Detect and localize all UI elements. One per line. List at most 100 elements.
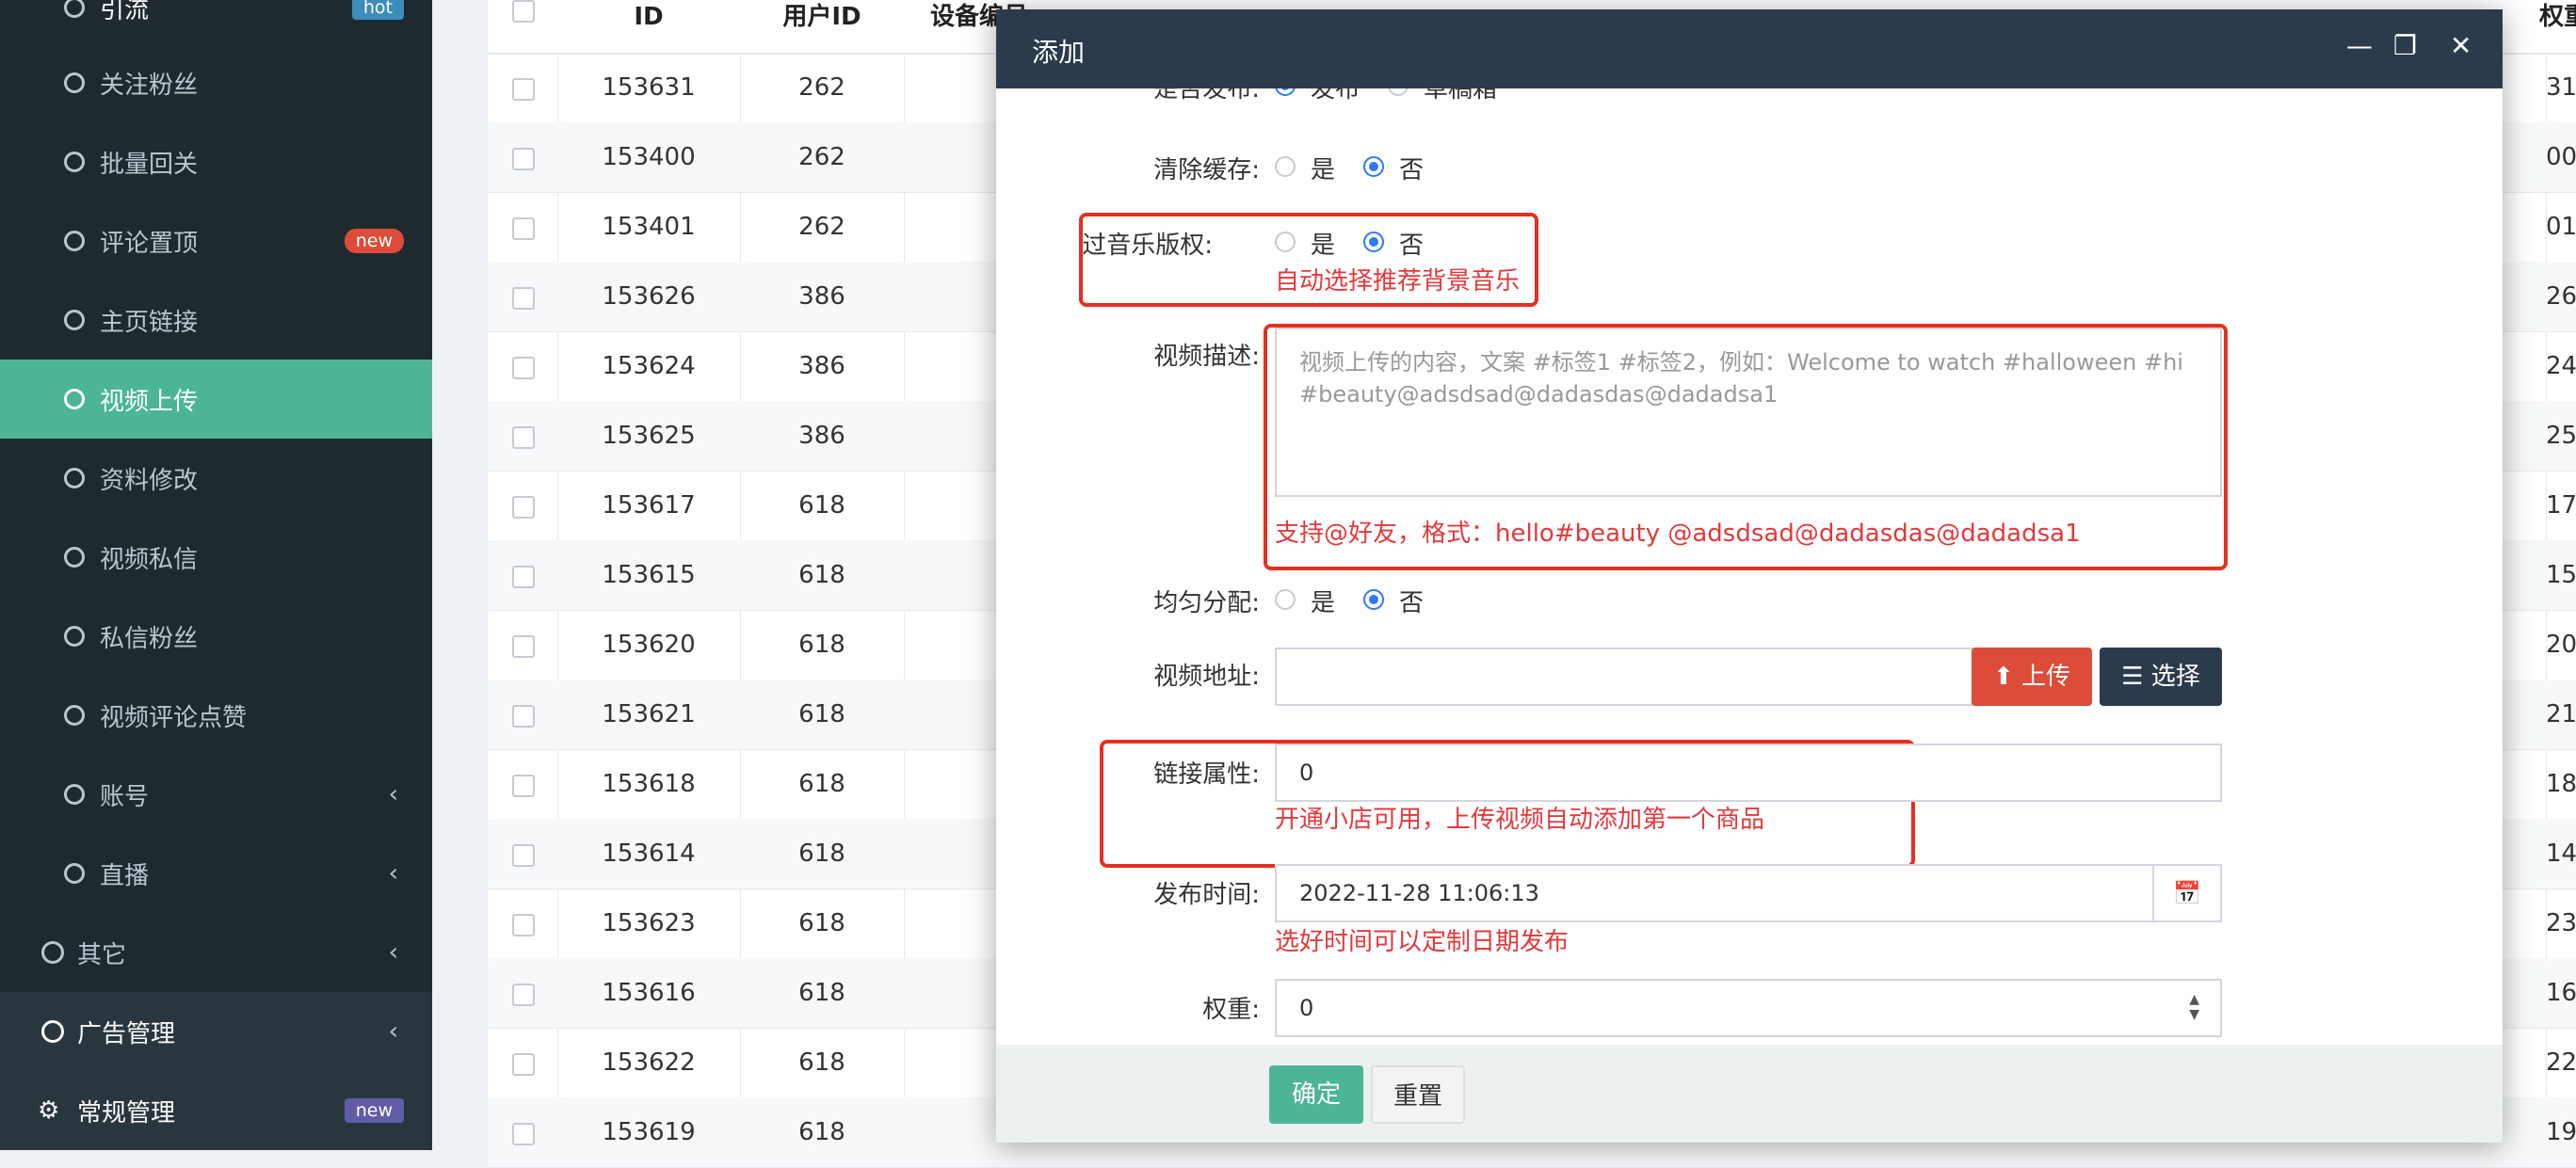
sidebar-item-dm-fans[interactable]: 私信粉丝	[0, 597, 432, 676]
circle-icon	[64, 72, 85, 93]
sidebar-item-label: 视频私信	[100, 545, 199, 574]
cell-user-id: 262	[798, 143, 845, 171]
sidebar-item-video-comment-like[interactable]: 视频评论点赞	[0, 676, 432, 755]
cell-id: 153619	[602, 1118, 696, 1146]
cell-user-id: 386	[798, 352, 845, 380]
distribute-no-radio[interactable]	[1363, 589, 1384, 610]
row-checkbox[interactable]	[512, 1123, 535, 1145]
header-id[interactable]: ID	[557, 0, 740, 34]
cell-id: 153618	[602, 770, 696, 798]
list-icon: ☰	[2121, 663, 2151, 691]
row-checkbox[interactable]	[512, 705, 535, 728]
add-dialog: 添加 — ❐ ✕ 是否发布: 发布 草稿箱 清除缓存: 是 否 过音乐版权: 是…	[996, 9, 2503, 1143]
row-checkbox[interactable]	[512, 566, 535, 588]
clear-cache-yes: 是	[1311, 156, 1336, 184]
cell-user-id: 618	[798, 700, 845, 728]
publish-label: 是否发布:	[1153, 88, 1260, 104]
publish-time-input[interactable]: 2022-11-28 11:06:13	[1275, 864, 2154, 922]
select-all-checkbox[interactable]	[512, 0, 535, 23]
sidebar-item-homepage-link[interactable]: 主页链接	[0, 280, 432, 360]
circle-icon	[41, 941, 64, 964]
description-placeholder: #beauty@adsdsad@dadasdas@dadadsa1	[1299, 381, 1779, 408]
dialog-footer: 确定 重置	[996, 1045, 2503, 1143]
music-copyright-no-radio[interactable]	[1363, 232, 1384, 252]
cell-id: 153401	[602, 213, 696, 241]
cell-id: 153624	[602, 352, 696, 380]
description-label: 视频描述:	[1153, 343, 1260, 371]
distribute-label: 均匀分配:	[1153, 589, 1260, 617]
header-weight[interactable]: 权重	[2521, 0, 2576, 34]
row-checkbox[interactable]	[512, 635, 535, 658]
sidebar-item-traffic[interactable]: 引流 hot	[0, 0, 432, 47]
row-checkbox[interactable]	[512, 984, 535, 1006]
sidebar-item-profile-edit[interactable]: 资料修改	[0, 439, 432, 518]
sidebar-item-ad-management[interactable]: 广告管理 ‹	[0, 992, 432, 1071]
cell-user-id: 618	[798, 979, 845, 1007]
sidebar-item-general-management[interactable]: ⚙ 常规管理 new	[0, 1071, 432, 1150]
confirm-button[interactable]: 确定	[1269, 1065, 1363, 1124]
calendar-icon: 📅	[2173, 880, 2201, 906]
sidebar-item-account[interactable]: 账号 ‹	[0, 755, 432, 834]
sidebar-item-label: 视频评论点赞	[100, 703, 248, 732]
row-checkbox[interactable]	[512, 844, 535, 867]
sidebar-item-live[interactable]: 直播 ‹	[0, 834, 432, 913]
sidebar-item-label: 广告管理	[77, 1019, 176, 1048]
reset-button[interactable]: 重置	[1371, 1065, 1465, 1124]
row-checkbox[interactable]	[512, 496, 535, 519]
clear-cache-no-radio[interactable]	[1363, 156, 1384, 177]
row-checkbox[interactable]	[512, 217, 535, 240]
spinner-icon[interactable]: ▲ ▼	[2189, 992, 2199, 1022]
weight-input[interactable]: 0 ▲ ▼	[1275, 979, 2222, 1037]
close-icon[interactable]: ✕	[2450, 30, 2471, 61]
cell-id: 153621	[602, 700, 696, 728]
calendar-button[interactable]: 📅	[2152, 864, 2222, 922]
choose-button[interactable]: ☰ 选择	[2100, 648, 2222, 706]
sidebar-item-video-upload[interactable]: 视频上传	[0, 360, 432, 439]
row-checkbox[interactable]	[512, 775, 535, 797]
cell-user-id: 386	[798, 422, 845, 450]
sidebar-item-label: 直播	[100, 861, 150, 890]
row-checkbox[interactable]	[512, 914, 535, 936]
clear-cache-yes-radio[interactable]	[1275, 156, 1296, 177]
video-url-input[interactable]	[1275, 648, 1973, 706]
clear-cache-label: 清除缓存:	[1153, 156, 1260, 184]
row-checkbox[interactable]	[512, 1053, 535, 1076]
cell-id: 153617	[602, 491, 696, 520]
row-checkbox[interactable]	[512, 78, 535, 101]
cell-user-id: 618	[798, 491, 845, 520]
publish-radio[interactable]	[1275, 88, 1296, 96]
hot-badge: hot	[351, 0, 404, 20]
sidebar-item-video-dm[interactable]: 视频私信	[0, 518, 432, 597]
sidebar-item-pin-comment[interactable]: 评论置顶 new	[0, 201, 432, 280]
sidebar-item-batch-follow-back[interactable]: 批量回关	[0, 122, 432, 201]
cell-id: 153615	[602, 561, 696, 589]
draft-radio[interactable]	[1388, 88, 1409, 96]
description-textarea[interactable]: 视频上传的内容，文案 #标签1 #标签2，例如：Welcome to watch…	[1275, 328, 2222, 497]
dialog-body: 是否发布: 发布 草稿箱 清除缓存: 是 否 过音乐版权: 是 否 自动选择推荐…	[996, 88, 2503, 1054]
circle-icon	[41, 1020, 64, 1043]
music-copyright-yes: 是	[1311, 232, 1336, 260]
sidebar-item-follow-fans[interactable]: 关注粉丝	[0, 43, 432, 122]
cell-weight: 17	[2546, 491, 2576, 520]
row-checkbox[interactable]	[512, 357, 535, 379]
sidebar-item-other[interactable]: 其它 ‹	[0, 913, 432, 992]
distribute-yes-radio[interactable]	[1275, 589, 1296, 610]
row-checkbox[interactable]	[512, 287, 535, 310]
circle-icon	[64, 310, 85, 330]
link-attr-input[interactable]: 0	[1275, 744, 2222, 802]
dialog-title: 添加	[1032, 37, 1086, 68]
description-hint: 支持@好友，格式：hello#beauty @adsdsad@dadasdas@…	[1275, 520, 2081, 548]
header-user-id[interactable]: 用户ID	[740, 0, 904, 34]
music-copyright-yes-radio[interactable]	[1275, 232, 1296, 252]
choose-label: 选择	[2150, 663, 2200, 691]
music-copyright-label: 过音乐版权:	[1082, 232, 1213, 260]
circle-icon	[64, 626, 85, 647]
minimize-icon[interactable]: —	[2346, 30, 2373, 61]
cell-weight: 26	[2546, 282, 2576, 311]
maximize-icon[interactable]: ❐	[2393, 30, 2417, 61]
sidebar-item-label: 其它	[77, 940, 127, 969]
cell-id: 153631	[602, 73, 696, 102]
upload-button[interactable]: ⬆ 上传	[1972, 648, 2092, 706]
row-checkbox[interactable]	[512, 426, 535, 449]
row-checkbox[interactable]	[512, 148, 535, 170]
